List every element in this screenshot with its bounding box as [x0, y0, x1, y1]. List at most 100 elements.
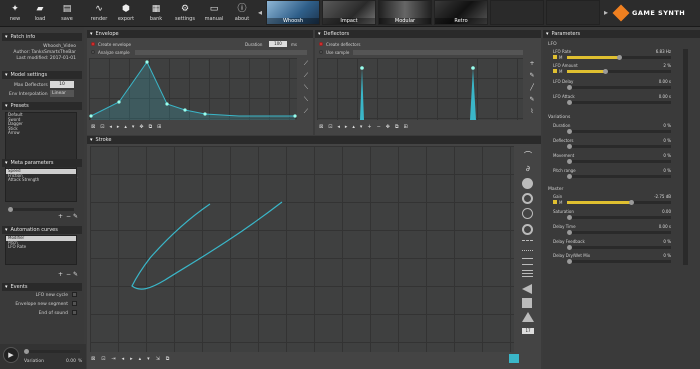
stroke-header[interactable]: ▾ Stroke	[87, 136, 541, 144]
curve-shape-icon[interactable]: ⟋	[301, 60, 311, 68]
about-button[interactable]: ⓘ about	[229, 0, 255, 27]
add-automation-icon[interactable]: +	[58, 271, 63, 278]
slider-knob[interactable]	[567, 230, 572, 235]
event-checkbox[interactable]	[72, 301, 77, 306]
scroll-left-icon[interactable]: ◂	[258, 4, 264, 22]
patch-name[interactable]: Whoosh_Video	[43, 44, 76, 49]
saturation-slider[interactable]	[567, 215, 671, 220]
slider-knob[interactable]	[567, 159, 572, 164]
delay-feedback-slider[interactable]	[567, 245, 671, 250]
brush-icon[interactable]: ⌇	[527, 108, 537, 116]
stroke-path[interactable]	[90, 146, 514, 352]
category-retro[interactable]: Retro	[434, 0, 488, 25]
pencil-icon[interactable]: ✎	[527, 96, 537, 104]
variation-slider[interactable]	[24, 349, 80, 354]
events-header[interactable]: ▾ Events	[2, 283, 82, 291]
meta-parameters-header[interactable]: ▾ Meta parameters	[2, 159, 82, 167]
add-meta-icon[interactable]: +	[58, 213, 63, 220]
bank-button[interactable]: ▦ bank	[143, 0, 169, 27]
delay-mix-slider[interactable]	[567, 259, 671, 264]
stroke-line[interactable]	[131, 201, 283, 290]
duration-input[interactable]: 100	[269, 41, 287, 47]
deflector-point[interactable]	[360, 66, 364, 70]
envelope-header[interactable]: ▾ Envelope	[87, 30, 313, 38]
envelope-point[interactable]	[89, 114, 93, 118]
settings-button[interactable]: ⚙ settings	[172, 0, 198, 27]
play-button[interactable]: ▶	[3, 347, 19, 363]
deflectors-graph[interactable]	[317, 58, 523, 120]
circle-tool-icon[interactable]	[522, 178, 533, 189]
envelope-point[interactable]	[117, 100, 121, 104]
var-duration-slider[interactable]	[567, 129, 671, 134]
edit-automation-icon[interactable]: ✎	[73, 271, 78, 278]
deflectors-tools[interactable]: ⊠⊡◂▸▴▾+−✥⧉⊞	[319, 124, 413, 130]
slider-knob[interactable]	[567, 259, 572, 264]
parameters-header[interactable]: ▾ Parameters	[543, 30, 700, 38]
lfo-rate-slider[interactable]	[567, 55, 671, 60]
add-icon[interactable]: +	[527, 60, 537, 68]
create-deflectors-radio[interactable]	[319, 42, 323, 46]
envelope-point[interactable]	[183, 108, 187, 112]
hatch-tool-icon[interactable]	[522, 270, 533, 279]
curve-shape-icon[interactable]: ⟍	[301, 96, 311, 104]
spiral-tool-icon[interactable]	[522, 208, 533, 219]
lfo-amount-slider[interactable]	[567, 69, 671, 74]
patch-info-header[interactable]: ▾ Patch info	[2, 33, 82, 41]
var-deflectors-slider[interactable]	[567, 144, 671, 149]
curve-tool-icon[interactable]: ⌒	[522, 150, 534, 160]
color-swatch[interactable]	[509, 354, 519, 363]
triangle-tool-icon[interactable]	[522, 284, 532, 294]
curve-shape-icon[interactable]: ⟋	[301, 108, 311, 116]
render-button[interactable]: ∿ render	[86, 0, 112, 27]
category-modular[interactable]: Modular	[378, 0, 432, 25]
list-item[interactable]: Arrow	[6, 130, 76, 136]
zoom-input[interactable]: 17	[522, 328, 534, 334]
event-checkbox[interactable]	[72, 292, 77, 297]
var-movement-slider[interactable]	[567, 159, 671, 164]
envelope-point[interactable]	[145, 60, 149, 64]
deflector-point[interactable]	[471, 66, 475, 70]
envelope-curve[interactable]	[89, 58, 297, 120]
sample-field[interactable]	[353, 50, 523, 55]
envelope-point[interactable]	[203, 112, 207, 116]
slider-knob[interactable]	[24, 349, 29, 354]
envelope-tools[interactable]: ⊠⊡◂▸▴▾✥⧉⊞	[91, 124, 166, 130]
deflector-spike[interactable]	[470, 68, 476, 120]
list-item[interactable]: Attack Strength	[6, 177, 76, 183]
slider-knob[interactable]	[567, 245, 572, 250]
category-slot-empty-2[interactable]	[546, 0, 600, 25]
slider-knob[interactable]	[617, 55, 622, 60]
slider-knob[interactable]	[567, 129, 572, 134]
presets-header[interactable]: ▾ Presets	[2, 102, 82, 110]
automation-header[interactable]: ▾ Automation curves	[2, 226, 82, 234]
scroll-right-icon[interactable]: ▸	[604, 4, 610, 22]
delay-time-slider[interactable]	[567, 230, 671, 235]
slider-knob[interactable]	[567, 100, 572, 105]
create-envelope-radio[interactable]	[91, 42, 95, 46]
remove-automation-icon[interactable]: −	[66, 271, 71, 278]
var-pitch-slider[interactable]	[567, 174, 671, 179]
sample-field[interactable]	[135, 50, 307, 55]
pencil-icon[interactable]: ✎	[527, 72, 537, 80]
slider-knob[interactable]	[567, 144, 572, 149]
stroke-canvas[interactable]	[90, 146, 514, 352]
slider-knob[interactable]	[567, 174, 572, 179]
edit-meta-icon[interactable]: ✎	[73, 213, 78, 220]
manual-button[interactable]: ▭ manual	[201, 0, 227, 27]
dotted-line-icon[interactable]	[522, 250, 533, 252]
event-checkbox[interactable]	[72, 310, 77, 315]
stroke-tools[interactable]: ⊠⊡⇥◂▸▴▾⇲⧉	[91, 356, 175, 362]
remove-meta-icon[interactable]: −	[66, 213, 71, 220]
save-button[interactable]: ▤ save	[54, 0, 80, 27]
analyze-sample-radio[interactable]	[91, 50, 95, 54]
curve-shape-icon[interactable]: ⟍	[301, 84, 311, 92]
model-settings-header[interactable]: ▾ Model settings	[2, 71, 82, 79]
curve-shape-icon[interactable]: ⟋	[301, 72, 311, 80]
slider-knob[interactable]	[567, 85, 572, 90]
lfo-attack-slider[interactable]	[567, 100, 671, 105]
export-button[interactable]: ⬢ export	[113, 0, 139, 27]
envelope-point[interactable]	[165, 102, 169, 106]
category-whoosh[interactable]: Whoosh	[266, 0, 320, 25]
envelope-point[interactable]	[293, 114, 297, 118]
line-icon[interactable]: ╱	[527, 84, 537, 92]
